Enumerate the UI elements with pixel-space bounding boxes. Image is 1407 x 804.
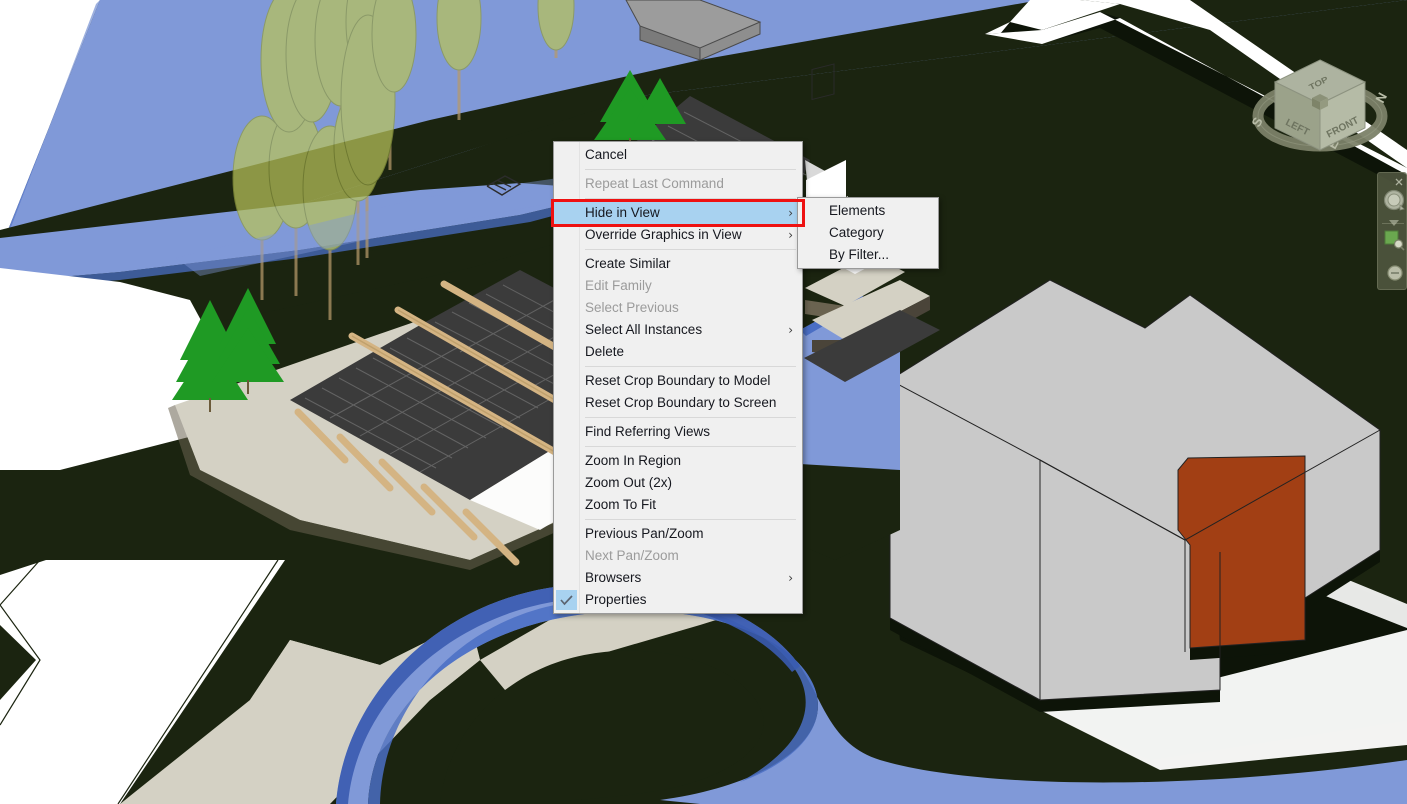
menu-item-select-all-instances[interactable]: Select All Instances › (554, 319, 802, 341)
menu-item-label: Reset Crop Boundary to Model (585, 373, 771, 388)
menu-item-label: Reset Crop Boundary to Screen (585, 395, 777, 410)
menu-item-label: Cancel (585, 147, 628, 162)
chevron-down-icon[interactable] (1389, 213, 1399, 226)
chevron-right-icon: › (788, 206, 793, 220)
viewport-context-menu[interactable]: Cancel Repeat Last Command Hide in View › Ov… (553, 141, 803, 614)
menu-item-zoom-to-fit[interactable]: Zoom To Fit (554, 494, 802, 516)
chevron-right-icon: › (788, 571, 793, 585)
steering-wheel-icon[interactable] (1383, 189, 1405, 211)
menu-item-browsers[interactable]: Browsers › (554, 567, 802, 589)
menu-item-repeat-last-command: Repeat Last Command (554, 173, 802, 195)
view-cube[interactable]: N S E TOP LEFT FRONT (1245, 38, 1395, 178)
chevron-right-icon: › (788, 323, 793, 337)
menu-item-select-previous: Select Previous (554, 297, 802, 319)
submenu-item-elements[interactable]: Elements (798, 200, 938, 222)
submenu-item-label: By Filter... (829, 247, 890, 262)
zoom-tool-icon[interactable] (1383, 229, 1405, 251)
menu-item-find-referring-views[interactable]: Find Referring Views (554, 421, 802, 443)
menu-separator (585, 519, 796, 520)
menu-item-label: Delete (585, 344, 625, 359)
menu-item-label: Select All Instances (585, 322, 703, 337)
menu-item-label: Zoom Out (2x) (585, 475, 673, 490)
menu-item-zoom-in-region[interactable]: Zoom In Region (554, 450, 802, 472)
menu-item-reset-crop-boundary-model[interactable]: Reset Crop Boundary to Model (554, 370, 802, 392)
menu-item-reset-crop-boundary-screen[interactable]: Reset Crop Boundary to Screen (554, 392, 802, 414)
menu-item-label: Previous Pan/Zoom (585, 526, 704, 541)
menu-item-label: Find Referring Views (585, 424, 711, 439)
menu-item-edit-family: Edit Family (554, 275, 802, 297)
menu-item-label: Zoom To Fit (585, 497, 657, 512)
menu-item-delete[interactable]: Delete (554, 341, 802, 363)
menu-separator (585, 366, 796, 367)
submenu-item-label: Category (829, 225, 884, 240)
menu-item-label: Select Previous (585, 300, 679, 315)
building-accent-panel (1178, 456, 1305, 648)
menu-separator (585, 198, 796, 199)
menu-item-properties[interactable]: Properties (554, 589, 802, 611)
menu-item-label: Next Pan/Zoom (585, 548, 679, 563)
menu-item-hide-in-view[interactable]: Hide in View › (554, 202, 802, 224)
check-icon (556, 590, 577, 610)
submenu-item-label: Elements (829, 203, 886, 218)
menu-item-create-similar[interactable]: Create Similar (554, 253, 802, 275)
menu-item-label: Hide in View (585, 205, 660, 220)
application-window: N S E TOP LEFT FRONT (0, 0, 1407, 804)
menu-item-label: Zoom In Region (585, 453, 682, 468)
navbar-divider (1382, 223, 1404, 224)
close-icon[interactable] (1394, 174, 1404, 186)
menu-item-next-pan-zoom: Next Pan/Zoom (554, 545, 802, 567)
submenu-item-category[interactable]: Category (798, 222, 938, 244)
menu-separator (585, 417, 796, 418)
menu-item-label: Repeat Last Command (585, 176, 724, 191)
pan-tool-icon[interactable] (1387, 265, 1403, 281)
hide-in-view-submenu[interactable]: Elements Category By Filter... (797, 197, 939, 269)
navigation-bar[interactable] (1377, 172, 1407, 290)
submenu-item-by-filter[interactable]: By Filter... (798, 244, 938, 266)
menu-separator (585, 169, 796, 170)
menu-item-label: Create Similar (585, 256, 671, 271)
menu-item-label: Browsers (585, 570, 642, 585)
menu-item-cancel[interactable]: Cancel (554, 144, 802, 166)
menu-item-previous-pan-zoom[interactable]: Previous Pan/Zoom (554, 523, 802, 545)
chevron-right-icon: › (788, 228, 793, 242)
menu-item-override-graphics-in-view[interactable]: Override Graphics in View › (554, 224, 802, 246)
menu-item-label: Edit Family (585, 278, 652, 293)
menu-separator (585, 249, 796, 250)
menu-separator (585, 446, 796, 447)
menu-item-label: Override Graphics in View (585, 227, 742, 242)
menu-item-label: Properties (585, 592, 647, 607)
menu-item-zoom-out-2x[interactable]: Zoom Out (2x) (554, 472, 802, 494)
